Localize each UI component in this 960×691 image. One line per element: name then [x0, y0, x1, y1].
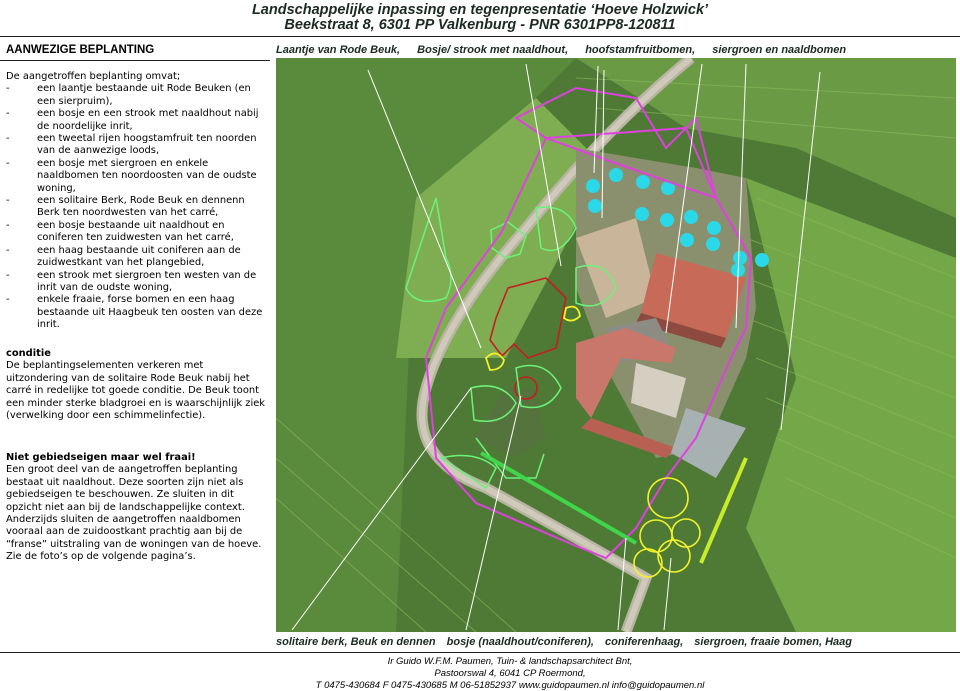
- caption-bottom-1: solitaire berk, Beuk en dennen: [276, 636, 436, 648]
- list-item: een bosje met siergroen en enkele naaldb…: [6, 158, 268, 195]
- header-address: Beekstraat 8, 6301 PP Valkenburg - PNR 6…: [284, 17, 676, 33]
- caption-bottom-2: bosje (naaldhout/coniferen),: [446, 636, 594, 648]
- caption-top: Laantje van Rode Beuk, Bosje/ strook met…: [276, 44, 860, 56]
- footer-address: Pastoorswal 4, 6041 CP Roermond,: [434, 668, 586, 679]
- caption-top-4: siergroen en naaldbomen: [712, 44, 847, 56]
- list-item: een strook met siergroen ten westen van …: [6, 270, 268, 295]
- list-item: een haag bestaande uit coniferen aan de …: [6, 245, 268, 270]
- footer-contact: T 0475-430684 F 0475-430685 M 06-5185293…: [315, 680, 705, 691]
- condition-title: conditie: [6, 348, 51, 359]
- warning-title: Niet gebiedseigen maar wel fraai!: [6, 452, 196, 463]
- header-title: Landschappelijke inpassing en tegenprese…: [251, 2, 709, 18]
- section-title: AANWEZIGE BEPLANTING: [6, 44, 155, 56]
- caption-bottom-3: coniferenhaag,: [604, 636, 684, 648]
- list-item: een laantje bestaande uit Rode Beuken (e…: [6, 83, 268, 108]
- list-item: een bosje bestaande uit naaldhout en con…: [6, 220, 268, 245]
- footer-name: Ir Guido W.F.M. Paumen, Tuin- & landscha…: [387, 656, 633, 667]
- list-item: een bosje en een strook met naaldhout na…: [6, 108, 268, 133]
- caption-top-2: Bosje/ strook met naaldhout,: [417, 44, 569, 56]
- list-item: enkele fraaie, forse bomen en een haag b…: [6, 294, 268, 331]
- footer-rule: [0, 652, 960, 653]
- caption-bottom: solitaire berk, Beuk en dennen bosje (na…: [276, 636, 860, 648]
- section-rule: [0, 60, 270, 61]
- planting-section: De aangetroffen beplanting omvat; een la…: [6, 71, 268, 332]
- caption-top-3: hoofstamfruitbomen,: [585, 44, 696, 56]
- list-item: een tweetal rijen hoogstamfruit ten noor…: [6, 133, 268, 158]
- header-rule: [0, 36, 960, 37]
- caption-top-1: Laantje van Rode Beuk,: [276, 44, 401, 56]
- warning-section: Niet gebiedseigen maar wel fraai! Een gr…: [6, 452, 268, 564]
- intro-text: De aangetroffen beplanting omvat;: [6, 71, 181, 82]
- condition-text: De beplantingselementen verkeren met uit…: [6, 360, 266, 422]
- list-item: een solitaire Berk, Rode Beuk en dennenn…: [6, 195, 268, 220]
- planting-list: een laantje bestaande uit Rode Beuken (e…: [6, 83, 268, 331]
- condition-section: conditie De beplantingselementen verkere…: [6, 348, 268, 422]
- aerial-photo: [276, 58, 956, 632]
- warning-text: Een groot deel van de aangetroffen bepla…: [6, 464, 262, 563]
- caption-bottom-4: siergroen, fraaie bomen, Haag: [694, 636, 853, 648]
